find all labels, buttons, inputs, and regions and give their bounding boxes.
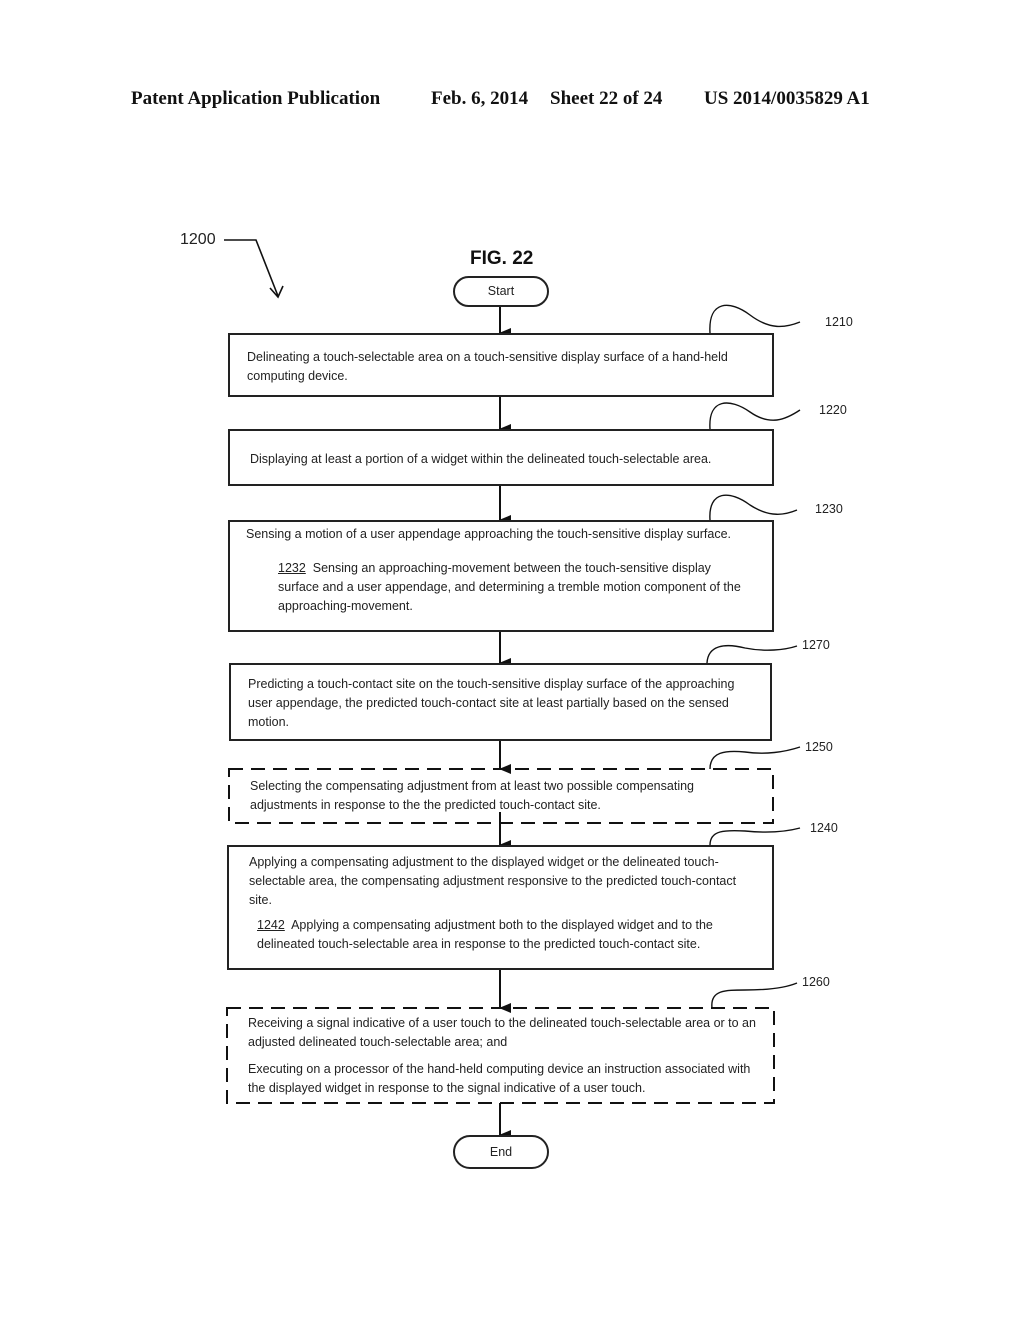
start-terminator: Start — [453, 276, 549, 307]
leader-1270 — [706, 645, 798, 664]
leader-1230 — [709, 494, 798, 521]
step-1260: Receiving a signal indicative of a user … — [227, 1008, 774, 1103]
step-1260-text: Receiving a signal indicative of a user … — [248, 1016, 756, 1049]
step-1260-ref: 1260 — [802, 975, 830, 989]
step-1230-ref: 1230 — [815, 502, 843, 516]
step-1240-text: Applying a compensating adjustment to th… — [249, 855, 737, 907]
step-1270: Predicting a touch-contact site on the t… — [229, 663, 772, 741]
leader-1240 — [709, 827, 801, 846]
step-1220: Displaying at least a portion of a widge… — [228, 429, 774, 486]
substep-1232-text: Sensing an approaching-movement between … — [278, 561, 741, 613]
step-1210-text: Delineating a touch-selectable area on a… — [247, 350, 728, 383]
start-label: Start — [487, 284, 515, 298]
step-1270-text: Predicting a touch-contact site on the t… — [248, 677, 735, 729]
substep-1242: 1242 Applying a compensating adjustment … — [257, 916, 757, 954]
step-1220-text: Displaying at least a portion of a widge… — [250, 452, 712, 466]
substep-1232: 1232 Sensing an approaching-movement bet… — [278, 559, 748, 616]
step-1250: Selecting the compensating adjustment fr… — [229, 769, 773, 823]
substep-1232-ref: 1232 — [278, 561, 306, 575]
substep-1242-text: Applying a compensating adjustment both … — [257, 918, 713, 951]
leader-1250 — [709, 746, 801, 770]
leader-1210 — [709, 304, 801, 334]
figure-ref-pointer — [224, 239, 279, 297]
step-1250-text: Selecting the compensating adjustment fr… — [250, 779, 694, 812]
end-label: End — [489, 1145, 513, 1159]
leader-1220 — [709, 402, 801, 430]
substep-1242-ref: 1242 — [257, 918, 285, 932]
step-1210-ref: 1210 — [825, 315, 853, 329]
flowchart-connectors — [224, 239, 801, 1140]
step-1230-text: Sensing a motion of a user appendage app… — [246, 527, 732, 541]
step-1220-ref: 1220 — [819, 403, 847, 417]
step-1210: Delineating a touch-selectable area on a… — [228, 333, 774, 397]
step-1270-ref: 1270 — [802, 638, 830, 652]
step-1230: Sensing a motion of a user appendage app… — [228, 520, 774, 632]
step-1240-ref: 1240 — [810, 821, 838, 835]
leader-1260 — [711, 982, 798, 1009]
end-terminator: End — [453, 1135, 549, 1169]
step-1240: Applying a compensating adjustment to th… — [227, 845, 774, 970]
step-1250-ref: 1250 — [805, 740, 833, 754]
step-1260-text2: Executing on a processor of the hand-hel… — [248, 1062, 751, 1095]
